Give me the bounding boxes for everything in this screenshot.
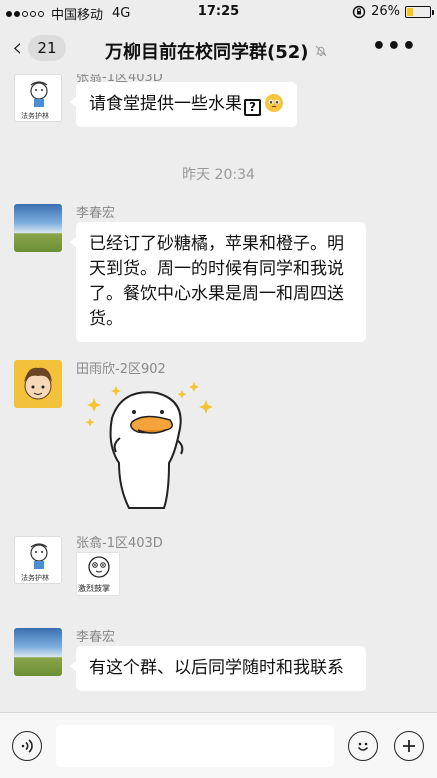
- rotation-lock-icon: [352, 5, 366, 18]
- message-bubble[interactable]: 请食堂提供一些水果?: [70, 82, 297, 127]
- avatar[interactable]: [14, 204, 62, 252]
- emoji-button[interactable]: [348, 731, 378, 761]
- message-input[interactable]: [56, 725, 334, 767]
- battery-percent: 26%: [371, 4, 400, 19]
- more-options-button[interactable]: •••: [372, 34, 417, 59]
- sticker-caption: 激烈鼓掌: [78, 584, 110, 593]
- back-button[interactable]: ‹ 21: [12, 35, 66, 61]
- pleading-emoji-icon: [265, 94, 283, 112]
- chat-title: 万柳目前在校同学群(52): [105, 38, 328, 64]
- plus-button[interactable]: [394, 731, 424, 761]
- message-text: 有这个群、以后同学随时和我联系: [89, 658, 344, 678]
- plus-icon: [403, 740, 415, 752]
- nav-bar: ‹ 21 万柳目前在校同学群(52) •••: [0, 24, 437, 74]
- chevron-left-icon: ‹: [12, 33, 23, 63]
- avatar[interactable]: [14, 360, 62, 408]
- cartoon-avatar-icon: [24, 367, 52, 400]
- duck-sticker[interactable]: [82, 378, 222, 518]
- message-text: 已经订了砂糖橘，苹果和橙子。明天到货。周一的时候有同学和我说了。餐饮中心水果是周…: [89, 234, 344, 329]
- clap-sticker[interactable]: 激烈鼓掌: [76, 552, 120, 596]
- input-bar: [0, 712, 437, 778]
- sender-name: 李春宏: [76, 206, 116, 221]
- sender-name: 张翕-1区403D: [76, 536, 163, 551]
- mute-bell-icon: [315, 45, 326, 57]
- chat-area[interactable]: 法务护林 张翕-1区403D 请食堂提供一些水果? 昨天 20:34 李春宏 已…: [0, 74, 437, 712]
- avatar[interactable]: 法务护林: [14, 536, 62, 584]
- avatar[interactable]: [14, 628, 62, 676]
- time-divider: 昨天 20:34: [182, 167, 255, 183]
- battery-icon: [405, 5, 434, 18]
- chat-title-text: 万柳目前在校同学群(52): [105, 42, 309, 63]
- unknown-char-icon: ?: [244, 99, 261, 116]
- emoji-icon: [357, 742, 369, 751]
- message-bubble[interactable]: 已经订了砂糖橘，苹果和橙子。明天到货。周一的时候有同学和我说了。餐饮中心水果是周…: [70, 222, 366, 342]
- status-bar: 中国移动 4G 17:25 26%: [0, 0, 437, 24]
- sender-name: 李春宏: [76, 630, 116, 645]
- unread-count-badge: 21: [28, 35, 66, 61]
- voice-icon: [21, 739, 33, 753]
- status-right: 26%: [352, 4, 434, 19]
- voice-button[interactable]: [12, 731, 42, 761]
- clap-face-icon: [88, 556, 110, 578]
- sender-name: 田雨欣-2区902: [76, 362, 166, 377]
- avatar-caption: 法务护林: [21, 574, 49, 582]
- avatar-caption: 法务护林: [21, 112, 49, 120]
- avatar[interactable]: 法务护林: [14, 74, 62, 122]
- battery-fill: [407, 7, 413, 16]
- message-text: 请食堂提供一些水果: [89, 94, 242, 114]
- message-bubble[interactable]: 有这个群、以后同学随时和我联系: [70, 646, 366, 691]
